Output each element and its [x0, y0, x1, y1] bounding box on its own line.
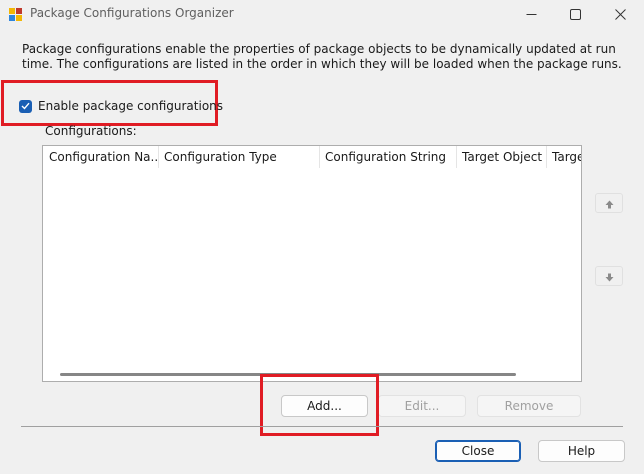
column-header-target-object[interactable]: Target Object: [456, 146, 547, 168]
column-header-configuration-name[interactable]: Configuration Na...: [43, 146, 159, 168]
remove-button[interactable]: Remove: [477, 395, 581, 417]
maximize-button[interactable]: [553, 0, 597, 28]
move-down-icon: [605, 267, 614, 286]
package-configurations-organizer-window: Package Configurations Organizer Package…: [0, 0, 644, 474]
move-down-button[interactable]: [595, 266, 623, 286]
move-up-icon: [605, 194, 614, 213]
edit-button[interactable]: Edit...: [378, 395, 466, 417]
close-button[interactable]: Close: [435, 440, 521, 462]
window-title: Package Configurations Organizer: [30, 6, 234, 20]
minimize-icon: [526, 5, 537, 24]
close-window-button[interactable]: [598, 0, 642, 28]
footer-divider: [21, 426, 623, 427]
package-config-icon: [9, 6, 22, 21]
enable-configurations-label[interactable]: Enable package configurations: [38, 99, 223, 113]
column-header-target-property[interactable]: Targe: [546, 146, 581, 168]
column-header-configuration-string[interactable]: Configuration String: [319, 146, 457, 168]
title-bar: Package Configurations Organizer: [0, 0, 644, 28]
column-header-configuration-type[interactable]: Configuration Type: [158, 146, 320, 168]
configurations-label: Configurations:: [45, 124, 137, 138]
enable-configurations-checkbox[interactable]: Enable package configurations: [19, 99, 223, 113]
list-header: Configuration Na... Configuration Type C…: [43, 146, 581, 168]
minimize-button[interactable]: [509, 0, 553, 28]
configurations-list[interactable]: Configuration Na... Configuration Type C…: [42, 145, 582, 382]
checkbox-checked-icon[interactable]: [19, 99, 32, 113]
help-button[interactable]: Help: [538, 440, 625, 462]
close-icon: [614, 5, 626, 24]
move-up-button[interactable]: [595, 193, 623, 213]
description-text: Package configurations enable the proper…: [22, 42, 622, 71]
maximize-icon: [569, 5, 581, 24]
